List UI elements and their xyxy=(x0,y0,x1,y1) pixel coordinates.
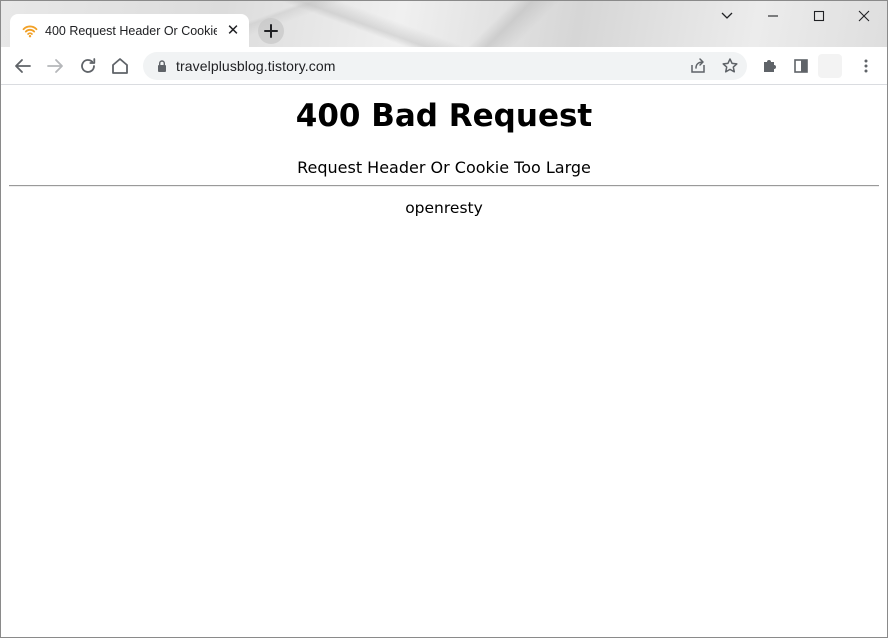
plus-icon xyxy=(264,24,278,38)
tab-strip: 400 Request Header Or Cookie Too Large ✕ xyxy=(1,1,887,47)
home-icon xyxy=(112,58,128,74)
minimize-icon xyxy=(768,15,778,17)
reload-icon xyxy=(81,58,96,73)
close-icon xyxy=(858,10,870,22)
page-content: 400 Bad Request Request Header Or Cookie… xyxy=(1,85,887,637)
wifi-orange-icon xyxy=(22,25,38,38)
side-panel-icon xyxy=(794,59,808,73)
puzzle-icon xyxy=(764,60,776,72)
kebab-menu-icon xyxy=(864,59,868,73)
new-tab-button[interactable] xyxy=(258,18,284,44)
server-name: openresty xyxy=(405,199,483,217)
side-panel-button[interactable] xyxy=(788,53,814,79)
arrow-left-icon xyxy=(15,59,31,73)
address-bar[interactable]: travelplusblog.tistory.com xyxy=(143,52,747,80)
back-button[interactable] xyxy=(10,53,36,79)
lock-icon xyxy=(158,60,166,72)
maximize-button[interactable] xyxy=(796,1,842,31)
tab-search-button[interactable] xyxy=(704,1,750,31)
minimize-button[interactable] xyxy=(750,1,796,31)
error-heading: 400 Bad Request xyxy=(295,98,593,134)
chevron-down-icon xyxy=(721,12,733,19)
menu-button[interactable] xyxy=(853,53,879,79)
browser-window: 400 Request Header Or Cookie Too Large ✕ xyxy=(0,0,888,638)
extensions-button[interactable] xyxy=(757,53,783,79)
home-button[interactable] xyxy=(107,53,133,79)
close-tab-icon[interactable]: ✕ xyxy=(224,22,242,40)
forward-button[interactable] xyxy=(42,53,68,79)
browser-toolbar: travelplusblog.tistory.com xyxy=(1,47,887,85)
reload-button[interactable] xyxy=(75,53,101,79)
share-icon[interactable] xyxy=(688,56,708,76)
browser-tab[interactable]: 400 Request Header Or Cookie Too Large ✕ xyxy=(10,14,249,47)
close-window-button[interactable] xyxy=(841,1,887,31)
arrow-right-icon xyxy=(47,59,63,73)
star-icon[interactable] xyxy=(720,56,740,76)
divider xyxy=(9,185,879,187)
tab-title: 400 Request Header Or Cookie Too Large xyxy=(45,24,217,38)
profile-avatar[interactable] xyxy=(818,54,842,78)
maximize-icon xyxy=(813,10,825,22)
url-text[interactable]: travelplusblog.tistory.com xyxy=(176,58,336,74)
error-message: Request Header Or Cookie Too Large xyxy=(297,158,591,177)
